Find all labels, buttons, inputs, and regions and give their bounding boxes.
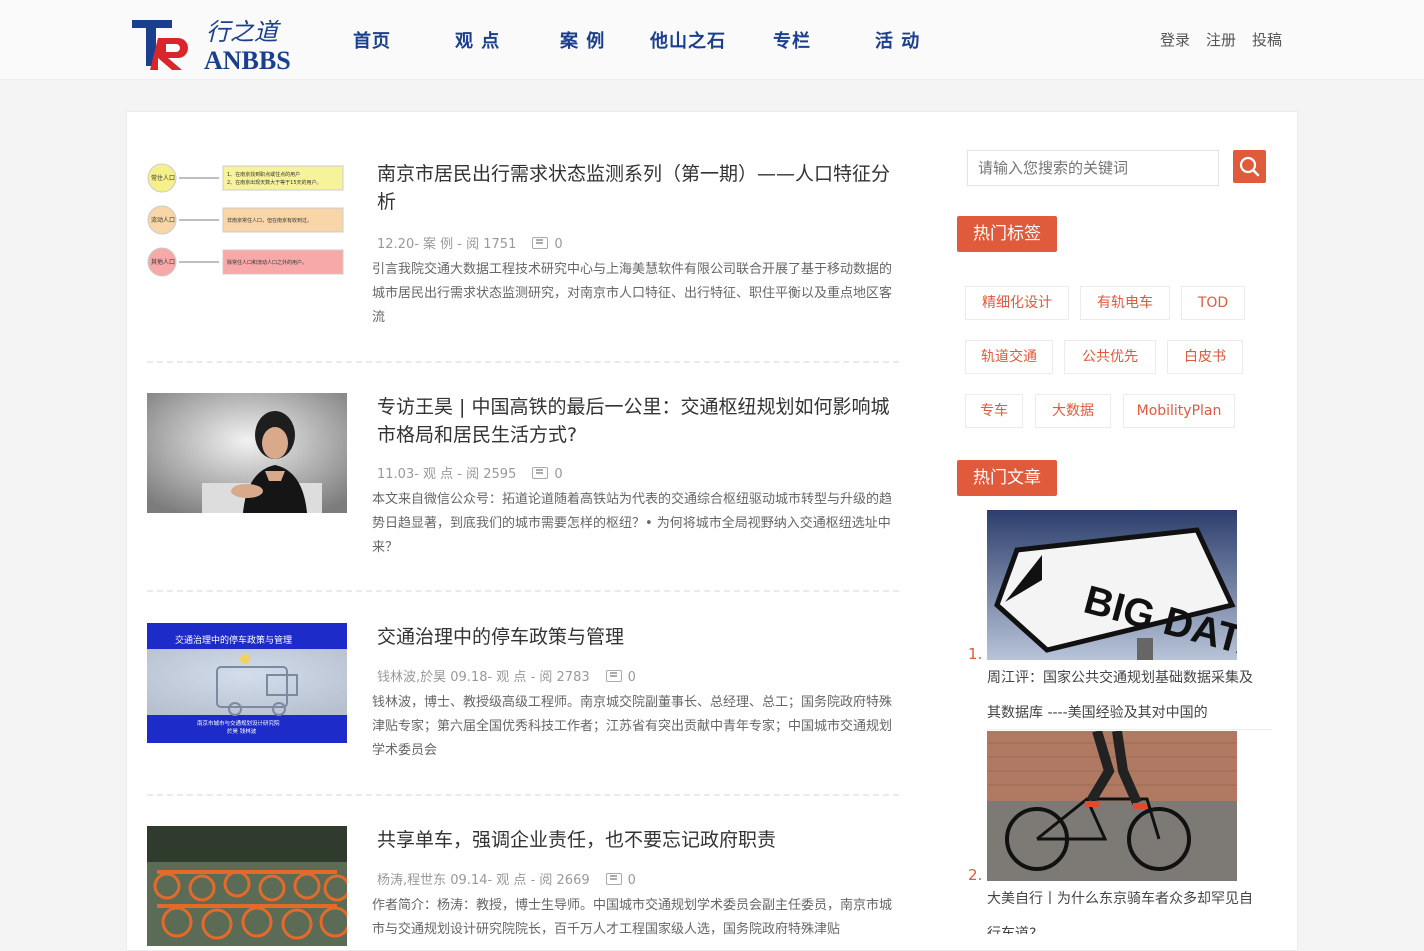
article-item: 专访王昊 | 中国高铁的最后一公里：交通枢纽规划如何影响城市格局和居民生活方式?…: [147, 393, 899, 563]
article-title[interactable]: 交通治理中的停车政策与管理: [377, 623, 892, 651]
article-meta-text: 钱林波,於昊 09.18- 观 点 - 阅 2783: [377, 670, 590, 685]
comment-count[interactable]: 0: [605, 873, 636, 888]
article-title[interactable]: 专访王昊 | 中国高铁的最后一公里：交通枢纽规划如何影响城市格局和居民生活方式?: [377, 393, 892, 449]
tag-item[interactable]: TOD: [1181, 286, 1245, 320]
nav-columns[interactable]: 专栏: [773, 27, 811, 53]
article-divider: [147, 590, 899, 592]
article-excerpt: 作者简介：杨涛：教授，博士生导师。中国城市交通规划学术委员会副主任委员，南京市城…: [372, 898, 893, 937]
article-divider: [147, 361, 899, 363]
article-thumbnail[interactable]: 常住人口 流动人口 其他人口 1、在南京找到职点或住点的用户 2、在南京出现天数…: [147, 160, 347, 280]
hot-article-image[interactable]: BIG DATA: [987, 510, 1237, 660]
article-excerpt: 引言我院交通大数据工程技术研究中心与上海美慧软件有限公司联合开展了基于移动数据的…: [372, 262, 893, 325]
article-divider: [147, 794, 899, 796]
article-meta-text: 杨涛,程世东 09.14- 观 点 - 阅 2669: [377, 873, 590, 888]
tag-item[interactable]: 轨道交通: [965, 340, 1053, 374]
hot-article-image[interactable]: [987, 731, 1237, 881]
article-meta: 杨涛,程世东 09.14- 观 点 - 阅 2669 0: [377, 869, 636, 888]
hot-article-title[interactable]: 周江评：国家公共交通规划基础数据采集及 其数据库 ----美国经验及其对中国的: [987, 661, 1272, 731]
article-item: 共享单车，强调企业责任，也不要忘记政府职责 杨涛,程世东 09.14- 观 点 …: [147, 826, 899, 946]
comment-count[interactable]: 0: [605, 670, 636, 685]
thumb-label: 常住人口: [151, 174, 175, 182]
article-title[interactable]: 共享单车，强调企业责任，也不要忘记政府职责: [377, 826, 892, 854]
hot-articles-title: 热门文章: [957, 460, 1057, 496]
hot-article-rank: 2.: [968, 866, 983, 884]
search-button[interactable]: [1233, 150, 1266, 183]
svg-text:除常住人口和流动人口之外的用户。: 除常住人口和流动人口之外的用户。: [227, 259, 307, 266]
nav-cases[interactable]: 案 例: [560, 27, 605, 53]
search-icon: [1239, 156, 1260, 177]
hot-article-divider: [987, 729, 1272, 730]
nav-other-stones[interactable]: 他山之石: [650, 27, 726, 53]
article-title[interactable]: 南京市居民出行需求状态监测系列（第一期）——人口特征分析: [377, 160, 892, 216]
comment-icon: [605, 670, 622, 682]
search-input[interactable]: [967, 150, 1219, 186]
article-meta-text: 11.03- 观 点 - 阅 2595: [377, 467, 517, 482]
tag-item[interactable]: 有轨电车: [1080, 286, 1170, 320]
article-meta: 11.03- 观 点 - 阅 2595 0: [377, 463, 563, 482]
article-thumbnail[interactable]: 交通治理中的停车政策与管理 南京市城市与交通规划设计研究院 於昊 钱林波: [147, 623, 347, 743]
svg-text:1、在南京找到职点或住点的用户: 1、在南京找到职点或住点的用户: [227, 171, 300, 178]
article-item: 常住人口 流动人口 其他人口 1、在南京找到职点或住点的用户 2、在南京出现天数…: [147, 160, 899, 330]
comment-icon: [532, 467, 549, 479]
article-meta: 12.20- 案 例 - 阅 1751 0: [377, 233, 563, 252]
article-item: 交通治理中的停车政策与管理 南京市城市与交通规划设计研究院 於昊 钱林波 交通治…: [147, 623, 899, 783]
svg-text:2、在南京出现天数大于等于15天的用户。: 2、在南京出现天数大于等于15天的用户。: [227, 179, 322, 186]
thumb-label: 流动人口: [151, 216, 175, 224]
user-links: 登录 注册 投稿: [1160, 29, 1298, 50]
svg-text:非南京常住人口，但在南京有收到过。: 非南京常住人口，但在南京有收到过。: [227, 217, 312, 224]
logo-chinese-text: 行之道: [206, 18, 281, 46]
comment-icon: [605, 873, 622, 885]
article-excerpt: 本文来自微信公众号：拓道论道随着高铁站为代表的交通综合枢纽驱动城市转型与升级的趋…: [372, 492, 893, 555]
login-link[interactable]: 登录: [1160, 31, 1190, 49]
article-meta-text: 12.20- 案 例 - 阅 1751: [377, 237, 517, 252]
tag-item[interactable]: 白皮书: [1167, 340, 1243, 374]
thumb-org: 南京市城市与交通规划设计研究院: [197, 719, 280, 727]
tag-item[interactable]: 精细化设计: [965, 286, 1069, 320]
comment-count[interactable]: 0: [532, 467, 563, 482]
hot-tags-title: 热门标签: [957, 216, 1057, 252]
main-container: 常住人口 流动人口 其他人口 1、在南京找到职点或住点的用户 2、在南京出现天数…: [126, 111, 1298, 951]
hot-article-rank: 1.: [968, 645, 983, 663]
thumb-authors: 於昊 钱林波: [227, 727, 257, 735]
site-logo[interactable]: 行之道 ANBBS: [132, 14, 302, 75]
nav-viewpoint[interactable]: 观 点: [455, 27, 500, 53]
nav-events[interactable]: 活 动: [875, 27, 920, 53]
site-header: 行之道 ANBBS 首页 观 点 案 例 他山之石 专栏 活 动 登录 注册 投稿: [0, 0, 1424, 80]
tag-item[interactable]: 大数据: [1035, 394, 1111, 428]
article-thumbnail[interactable]: [147, 393, 347, 513]
tag-item[interactable]: MobilityPlan: [1123, 394, 1235, 428]
register-link[interactable]: 注册: [1206, 31, 1236, 49]
hot-article-title[interactable]: 大美自行丨为什么东京骑车者众多却罕见自 行车道?: [987, 882, 1272, 934]
article-meta: 钱林波,於昊 09.18- 观 点 - 阅 2783 0: [377, 666, 636, 685]
article-thumbnail[interactable]: [147, 826, 347, 946]
nav-home[interactable]: 首页: [353, 27, 391, 53]
article-excerpt: 钱林波，博士、教授级高级工程师。南京城交院副董事长、总经理、总工；国务院政府特殊…: [372, 695, 893, 758]
comment-icon: [532, 237, 549, 249]
thumb-label: 其他人口: [151, 258, 175, 266]
logo-english-text: ANBBS: [204, 46, 291, 72]
tag-item[interactable]: 公共优先: [1064, 340, 1156, 374]
comment-count[interactable]: 0: [532, 237, 563, 252]
thumb-title: 交通治理中的停车政策与管理: [175, 634, 292, 646]
submit-link[interactable]: 投稿: [1252, 31, 1282, 49]
tag-item[interactable]: 专车: [965, 394, 1023, 428]
